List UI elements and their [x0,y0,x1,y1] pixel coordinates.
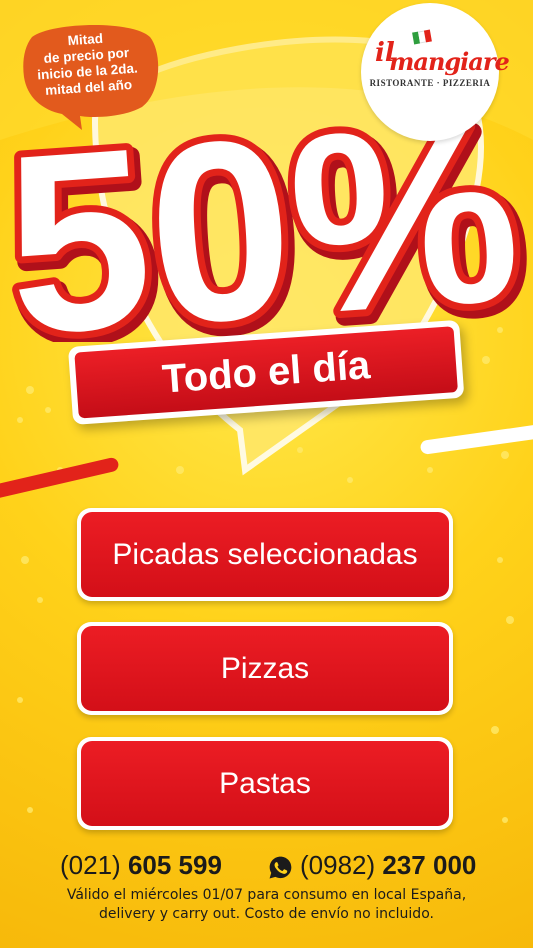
phone-landline[interactable]: (021) 605 599 [60,850,222,881]
menu-button-picadas[interactable]: Picadas seleccionadas [77,508,453,601]
contact-phones: (021) 605 599 (0982) 237 000 [0,850,533,886]
disclaimer-line: delivery y carry out. Costo de envío no … [99,906,434,922]
promo-poster: Mitad de precio por inicio de la 2da. mi… [0,0,533,948]
restaurant-logo: il mangiare RISTORANTE · PIZZERIA [361,3,510,141]
menu-button-label: Pizzas [220,651,310,685]
phone-whatsapp[interactable]: (0982) 237 000 [300,850,476,881]
menu-button-pastas[interactable]: Pastas [77,737,453,830]
phone2-prefix: (0982) [300,850,376,880]
menu-button-label: Picadas seleccionadas [112,537,418,571]
phone1-number: 605 599 [127,850,222,880]
phone2-number: 237 000 [382,850,477,880]
whatsapp-icon [269,856,292,879]
menu-button-pizzas[interactable]: Pizzas [77,622,453,715]
logo-name: mangiare [389,47,510,76]
logo-subtitle: RISTORANTE · PIZZERIA [369,78,491,88]
all-day-label: Todo el día [160,342,372,402]
phone1-prefix: (021) [60,850,121,880]
disclaimer-line: Válido el miércoles 01/07 para consumo e… [66,887,467,903]
italian-flag-icon [412,29,432,45]
promo-bubble-text: Mitad de precio por inicio de la 2da. mi… [22,28,152,101]
disclaimer: Válido el miércoles 01/07 para consumo e… [20,886,513,924]
menu-button-label: Pastas [219,766,311,800]
